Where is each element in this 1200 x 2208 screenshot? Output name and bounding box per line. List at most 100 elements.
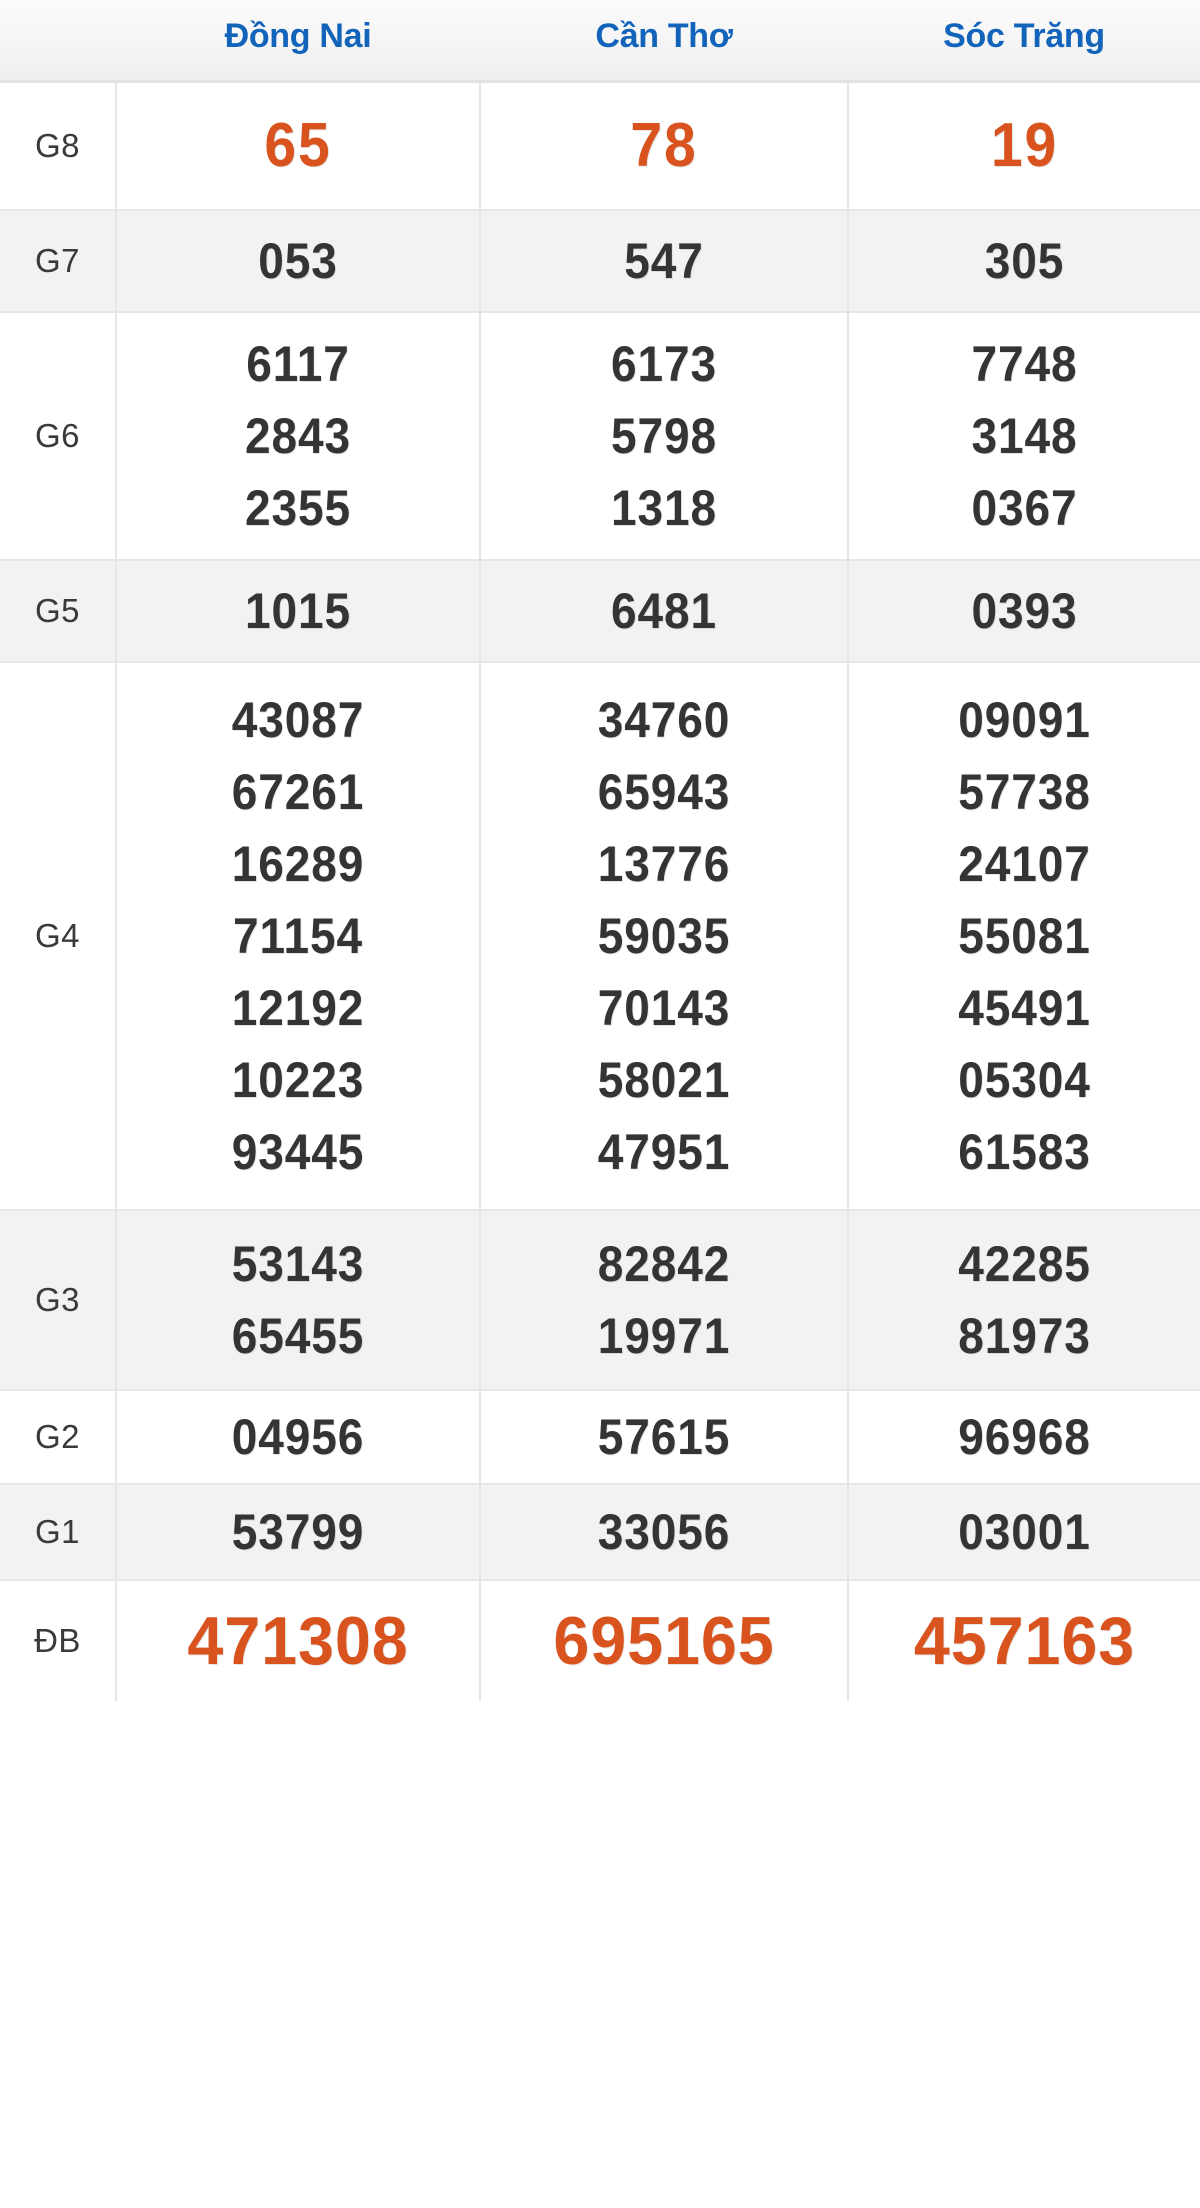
prize-label-cell: ĐB: [0, 1580, 117, 1701]
prize-number: 67261: [231, 764, 365, 820]
prize-number: 34760: [597, 692, 731, 748]
prize-number-cell[interactable]: 0393: [848, 560, 1200, 663]
prize-number: 547: [624, 233, 704, 289]
prize-number-cell[interactable]: 96968: [848, 1390, 1200, 1485]
prize-number: 457163: [913, 1603, 1136, 1679]
prize-number: 93445: [231, 1124, 365, 1180]
header-province-soc-trang[interactable]: Sóc Trăng: [848, 0, 1200, 83]
prize-label-cell: G5: [0, 560, 117, 663]
prize-number: 61583: [958, 1124, 1091, 1180]
prize-number: 43087: [231, 692, 365, 748]
prize-number: 10223: [231, 1052, 365, 1108]
prize-number: 2843: [244, 408, 352, 464]
prize-number-cell[interactable]: 7748 3148 0367: [848, 312, 1200, 561]
prize-number-cell[interactable]: 78: [480, 81, 849, 211]
prize-number: 1318: [610, 480, 718, 536]
prize-number: 70143: [597, 980, 731, 1036]
prize-label-cell: G8: [0, 81, 117, 211]
prize-row: ĐB 471308 695165 457163: [0, 1580, 1200, 1701]
prize-number: 65455: [231, 1308, 365, 1364]
prize-number: 16289: [231, 836, 365, 892]
prize-number: 78: [630, 111, 698, 180]
prize-number-cell[interactable]: 1015: [116, 560, 481, 663]
prize-number: 53799: [231, 1504, 365, 1560]
header-province-dong-nai[interactable]: Đồng Nai: [116, 0, 480, 83]
prize-number: 33056: [597, 1504, 731, 1560]
prize-number: 42285: [958, 1236, 1091, 1292]
prize-number: 58021: [597, 1052, 731, 1108]
prize-number: 13776: [597, 836, 731, 892]
prize-number: 57615: [597, 1409, 731, 1465]
prize-number: 2355: [244, 480, 352, 536]
prize-number: 53143: [231, 1236, 365, 1292]
prize-number-cell[interactable]: 04956: [116, 1390, 481, 1485]
header-province-can-tho[interactable]: Cần Thơ: [480, 0, 848, 83]
prize-number-cell[interactable]: 42285 81973: [848, 1210, 1200, 1391]
prize-row: G4 43087 67261 16289 71154 12192 10223 93445 347…: [0, 662, 1200, 1211]
prize-number: 471308: [187, 1603, 409, 1679]
prize-number: 695165: [553, 1603, 775, 1679]
prize-label-cell: G6: [0, 312, 117, 561]
prize-number: 5798: [610, 408, 718, 464]
header-corner-cell: [0, 0, 116, 83]
prize-number-cell[interactable]: 82842 19971: [480, 1210, 849, 1391]
prize-label-cell: G3: [0, 1210, 117, 1391]
prize-number-cell[interactable]: 57615: [480, 1390, 849, 1485]
prize-number: 6481: [610, 583, 718, 639]
prize-number: 55081: [958, 908, 1091, 964]
prize-row: G6 6117 2843 2355 6173 5798 1318 7748 3148 0367: [0, 312, 1200, 561]
prize-number-cell[interactable]: 53143 65455: [116, 1210, 481, 1391]
prize-number: 05304: [958, 1052, 1091, 1108]
prize-row: G2 04956 57615 96968: [0, 1390, 1200, 1485]
lottery-results-table: Đồng Nai Cần Thơ Sóc Trăng G8 65 78 19 G7 053…: [0, 0, 1200, 1701]
prize-number-cell[interactable]: 457163: [848, 1580, 1200, 1701]
prize-number: 19971: [597, 1308, 731, 1364]
prize-number-cell[interactable]: 09091 57738 24107 55081 45491 05304 61583: [848, 662, 1200, 1211]
prize-number: 053: [258, 233, 338, 289]
prize-number-cell[interactable]: 34760 65943 13776 59035 70143 58021 47951: [480, 662, 849, 1211]
prize-number: 0367: [971, 480, 1078, 536]
table-header: Đồng Nai Cần Thơ Sóc Trăng: [0, 0, 1200, 83]
prize-number: 7748: [971, 336, 1078, 392]
prize-number-cell[interactable]: 305: [848, 210, 1200, 313]
prize-number: 81973: [958, 1308, 1091, 1364]
prize-number: 65: [264, 111, 332, 180]
prize-number: 71154: [233, 908, 363, 964]
prize-number-cell[interactable]: 6117 2843 2355: [116, 312, 481, 561]
prize-number-cell[interactable]: 65: [116, 81, 481, 211]
prize-label-cell: G2: [0, 1390, 117, 1485]
table-body: G8 65 78 19 G7 053 547 305 G6 6117 2843 2355 6173 579…: [0, 81, 1200, 1701]
prize-number-cell[interactable]: 547: [480, 210, 849, 313]
prize-number: 24107: [958, 836, 1091, 892]
prize-number-cell[interactable]: 43087 67261 16289 71154 12192 10223 93445: [116, 662, 481, 1211]
prize-number-cell[interactable]: 6173 5798 1318: [480, 312, 849, 561]
prize-label-cell: G7: [0, 210, 117, 313]
prize-number-cell[interactable]: 471308: [116, 1580, 481, 1701]
prize-number: 6117: [246, 336, 350, 392]
prize-row: G5 1015 6481 0393: [0, 560, 1200, 663]
prize-number: 12192: [231, 980, 365, 1036]
prize-number-cell[interactable]: 695165: [480, 1580, 849, 1701]
prize-number: 09091: [958, 692, 1091, 748]
prize-number: 57738: [958, 764, 1091, 820]
prize-number: 1015: [244, 583, 352, 639]
prize-number: 0393: [971, 583, 1078, 639]
prize-number-cell[interactable]: 053: [116, 210, 481, 313]
prize-number-cell[interactable]: 6481: [480, 560, 849, 663]
prize-number: 96968: [958, 1409, 1091, 1465]
prize-number-cell[interactable]: 33056: [480, 1484, 849, 1581]
prize-number: 04956: [231, 1409, 365, 1465]
prize-number: 3148: [971, 408, 1078, 464]
prize-number: 6173: [610, 336, 718, 392]
prize-row: G1 53799 33056 03001: [0, 1484, 1200, 1581]
prize-row: G7 053 547 305: [0, 210, 1200, 313]
prize-number-cell[interactable]: 03001: [848, 1484, 1200, 1581]
prize-number-cell[interactable]: 53799: [116, 1484, 481, 1581]
prize-number: 19: [990, 111, 1059, 180]
prize-label-cell: G1: [0, 1484, 117, 1581]
prize-number-cell[interactable]: 19: [848, 81, 1200, 211]
prize-number: 65943: [597, 764, 731, 820]
prize-number: 59035: [597, 908, 731, 964]
prize-number: 03001: [958, 1504, 1091, 1560]
prize-number: 305: [984, 233, 1065, 289]
